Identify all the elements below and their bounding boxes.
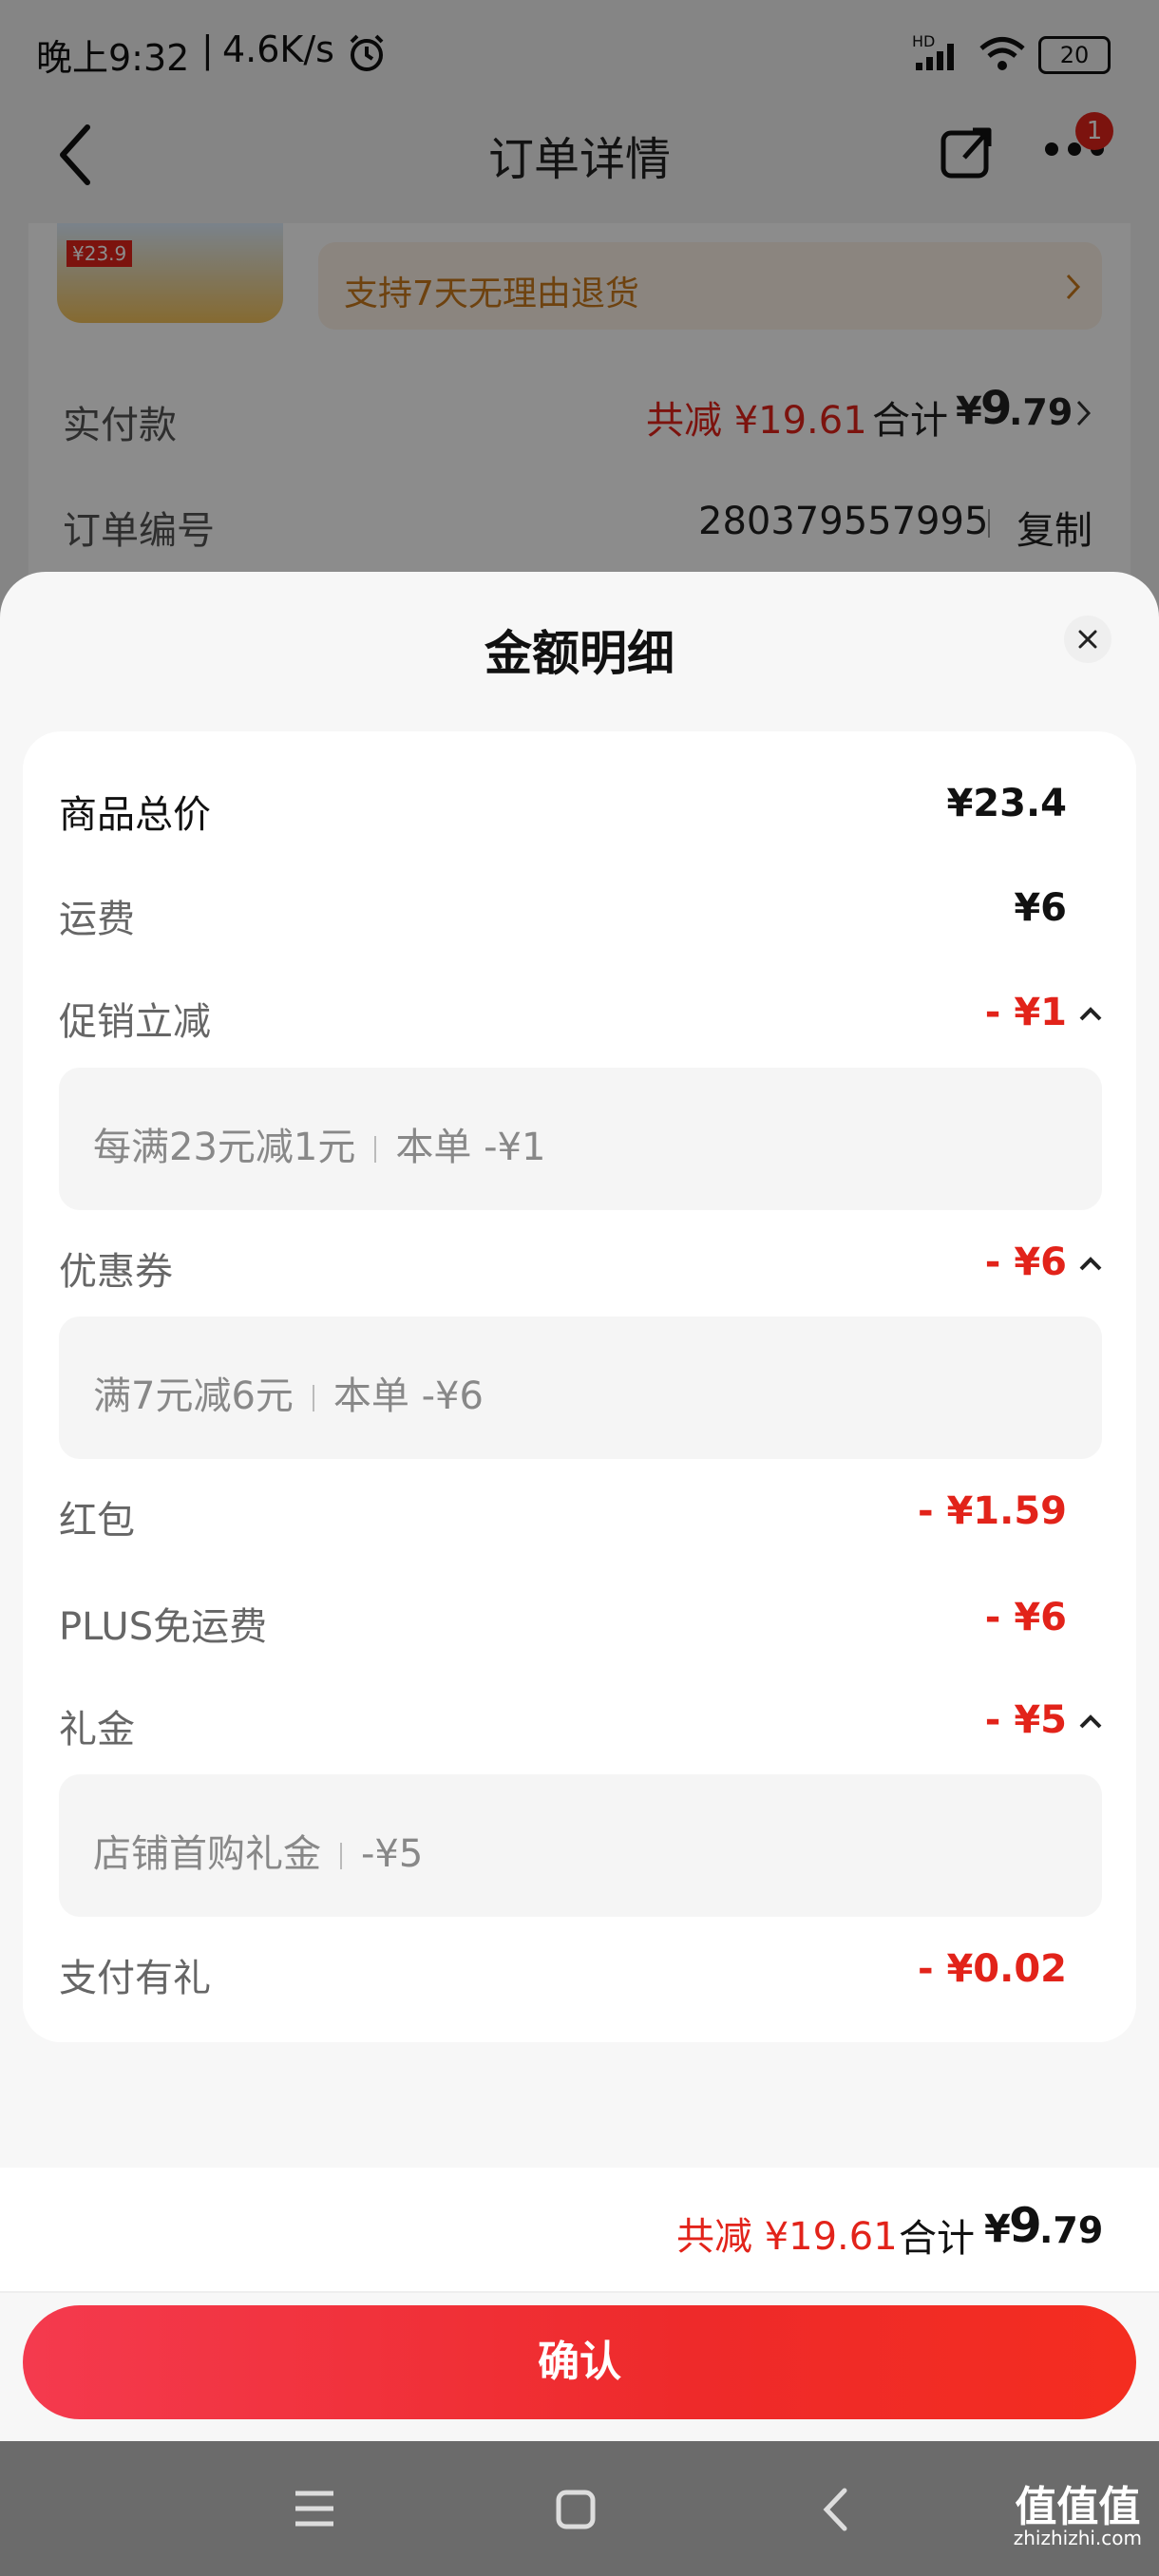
coupon-rule: 满7元减6元 (93, 1374, 294, 1418)
row-promo-label[interactable]: 促销立减 (59, 991, 211, 1046)
row-promo-value[interactable]: - ¥1 (985, 991, 1067, 1034)
gift-money-rule: 店铺首购礼金 (93, 1832, 321, 1876)
gift-money-detail: 店铺首购礼金 -¥5 (93, 1823, 423, 1878)
promo-detail: 每满23元减1元 本单 -¥1 (93, 1116, 545, 1171)
confirm-button[interactable]: 确认 (23, 2305, 1136, 2419)
row-goods-total-value: ¥23.4 (946, 782, 1067, 825)
row-gift-money-label[interactable]: 礼金 (59, 1698, 135, 1753)
watermark-main: 值值值 (1015, 2483, 1141, 2531)
chevron-up-icon[interactable] (1072, 1245, 1110, 1283)
row-plus-free-shipping-value: - ¥6 (984, 1596, 1067, 1639)
footer-total-prefix: 合计 (899, 2217, 975, 2261)
row-red-packet-label: 红包 (59, 1499, 135, 1543)
row-plus-free-shipping-label: PLUS免运费 (59, 1605, 268, 1649)
menu-icon[interactable] (293, 2489, 336, 2529)
row-payment-gift-label: 支付有礼 (59, 1957, 211, 2000)
divider (374, 1136, 377, 1163)
close-button[interactable] (1064, 616, 1112, 663)
chevron-up-icon[interactable] (1072, 1703, 1110, 1741)
row-goods-total-label: 商品总价 (59, 793, 211, 837)
promo-rule: 每满23元减1元 (93, 1126, 356, 1169)
coupon-this-order: 本单 -¥6 (332, 1374, 484, 1418)
row-coupon-value[interactable]: - ¥6 (985, 1241, 1067, 1284)
row-payment-gift-value: - ¥0.02 (917, 1947, 1067, 1991)
sheet-title: 金额明细 (484, 626, 674, 681)
promo-this-order: 本单 -¥1 (395, 1126, 546, 1169)
coupon-detail: 满7元减6元 本单 -¥6 (93, 1365, 484, 1420)
footer-total-yen: ¥ (984, 2207, 1011, 2251)
chevron-up-icon[interactable] (1072, 995, 1110, 1033)
row-shipping-value: ¥6 (1014, 886, 1067, 930)
row-red-packet-value: - ¥1.59 (917, 1489, 1067, 1533)
footer-total-dec: .79 (1039, 2209, 1104, 2251)
home-icon[interactable] (555, 2489, 597, 2530)
watermark-sub: zhizhizhi.com (1013, 2527, 1142, 2549)
close-icon (1078, 630, 1097, 649)
gift-money-this-order: -¥5 (361, 1832, 424, 1876)
divider (0, 2291, 1159, 2293)
footer-discount: 共减 ¥19.61 (676, 2215, 898, 2259)
back-icon[interactable] (821, 2487, 849, 2532)
divider (340, 1843, 342, 1869)
footer-total-int: 9 (1009, 2198, 1042, 2253)
row-shipping-label: 运费 (59, 898, 135, 941)
divider (312, 1385, 314, 1411)
watermark: 值值值 zhizhizhi.com (1014, 2487, 1142, 2548)
row-gift-money-value[interactable]: - ¥5 (985, 1698, 1067, 1742)
row-coupon-label[interactable]: 优惠券 (59, 1241, 173, 1296)
